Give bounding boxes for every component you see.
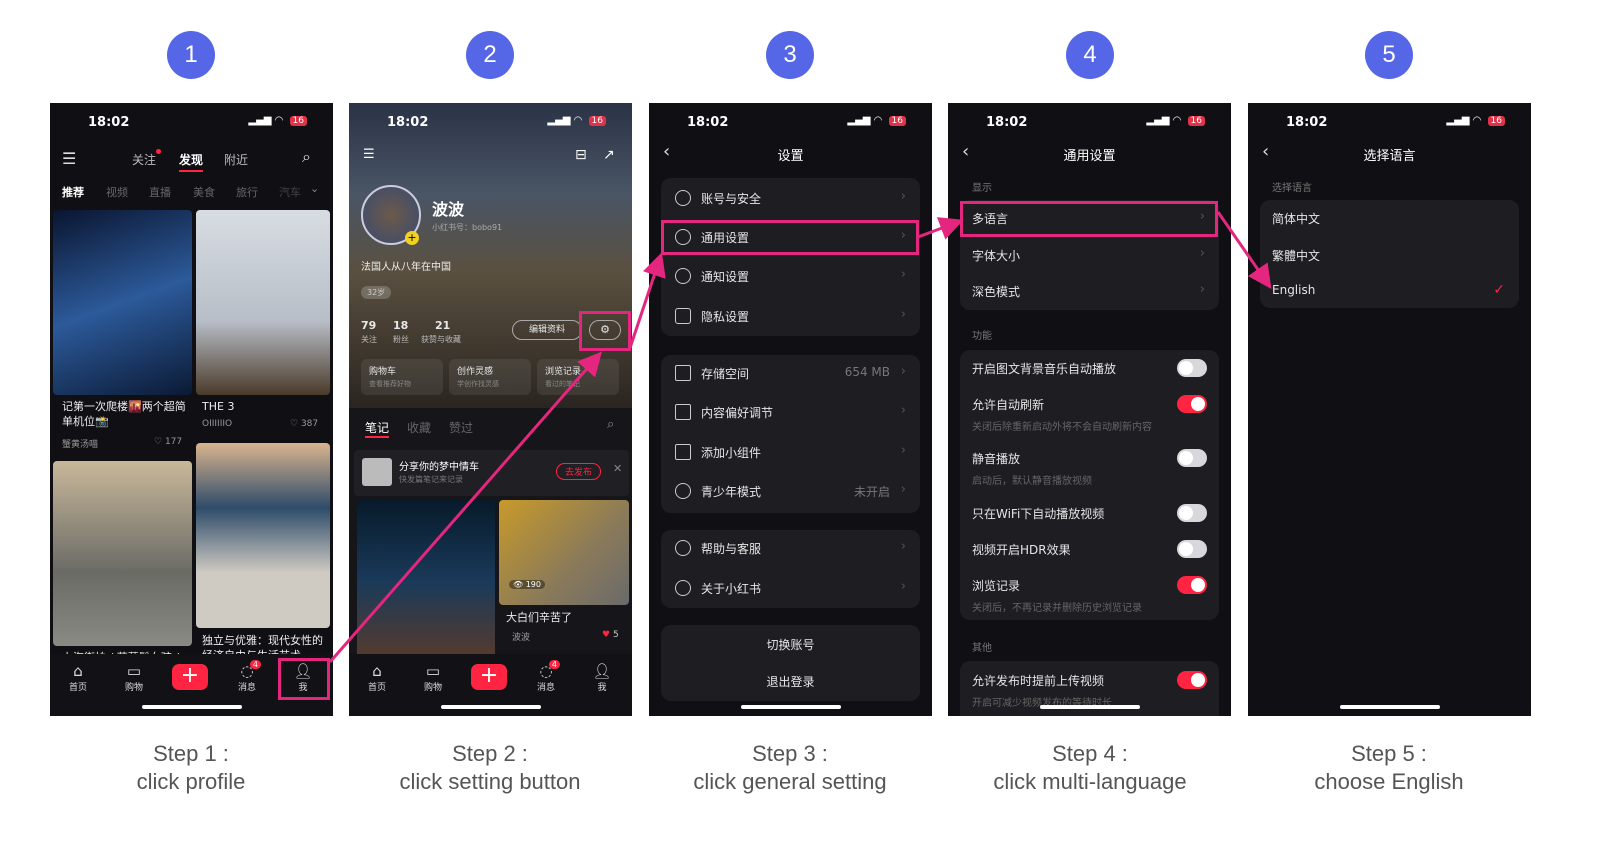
- arrow-step2-to-step3: [628, 252, 666, 349]
- arrow-step4-to-step5: [1216, 211, 1272, 289]
- arrow-step1-to-step2: [328, 351, 602, 663]
- arrow-overlay: [328, 211, 1272, 663]
- arrow-step3-to-step4: [917, 217, 964, 240]
